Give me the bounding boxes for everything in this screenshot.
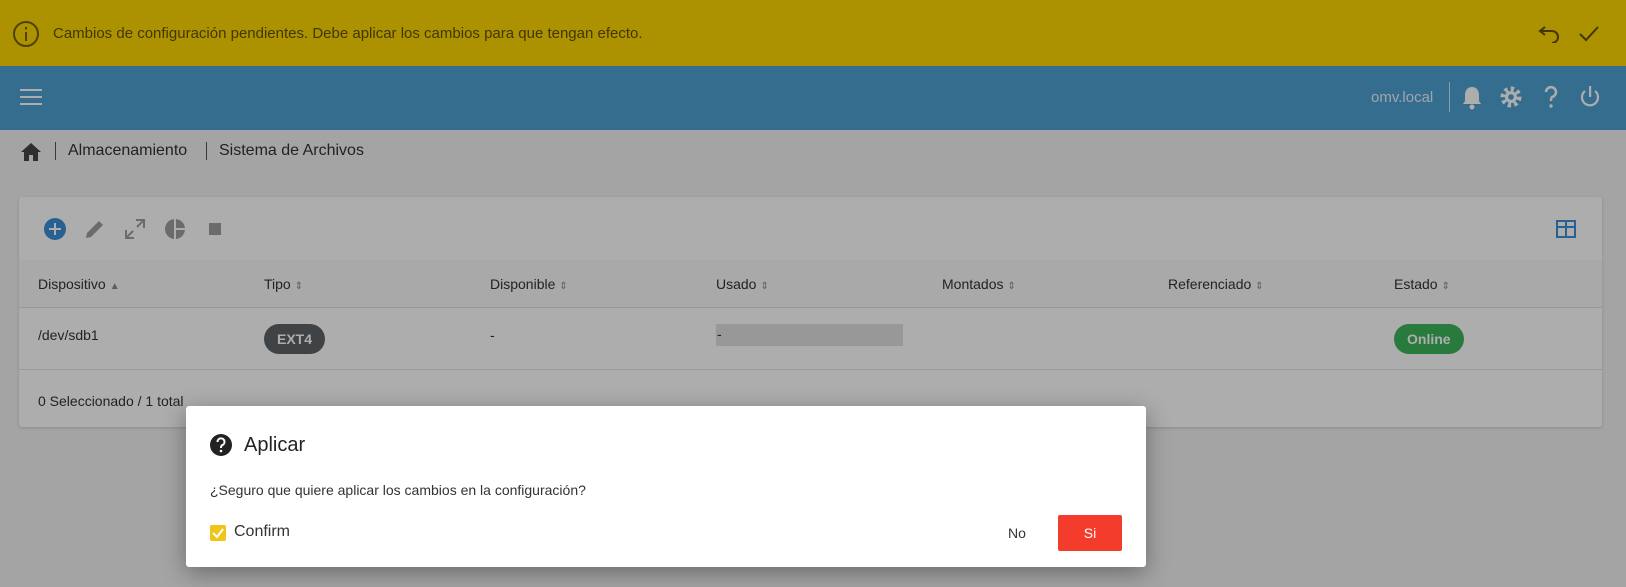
confirm-checkbox[interactable] bbox=[210, 525, 226, 541]
modal-backdrop-top bbox=[0, 0, 1626, 66]
no-button[interactable]: No bbox=[994, 515, 1040, 551]
apply-dialog: Aplicar ¿Seguro que quiere aplicar los c… bbox=[186, 406, 1146, 567]
yes-button[interactable]: Si bbox=[1058, 515, 1122, 551]
dialog-title: Aplicar bbox=[244, 434, 306, 456]
confirm-label[interactable]: Confirm bbox=[234, 523, 290, 541]
dialog-message: ¿Seguro que quiere aplicar los cambios e… bbox=[210, 482, 586, 498]
question-icon bbox=[210, 434, 232, 456]
checkmark-icon bbox=[212, 528, 224, 539]
